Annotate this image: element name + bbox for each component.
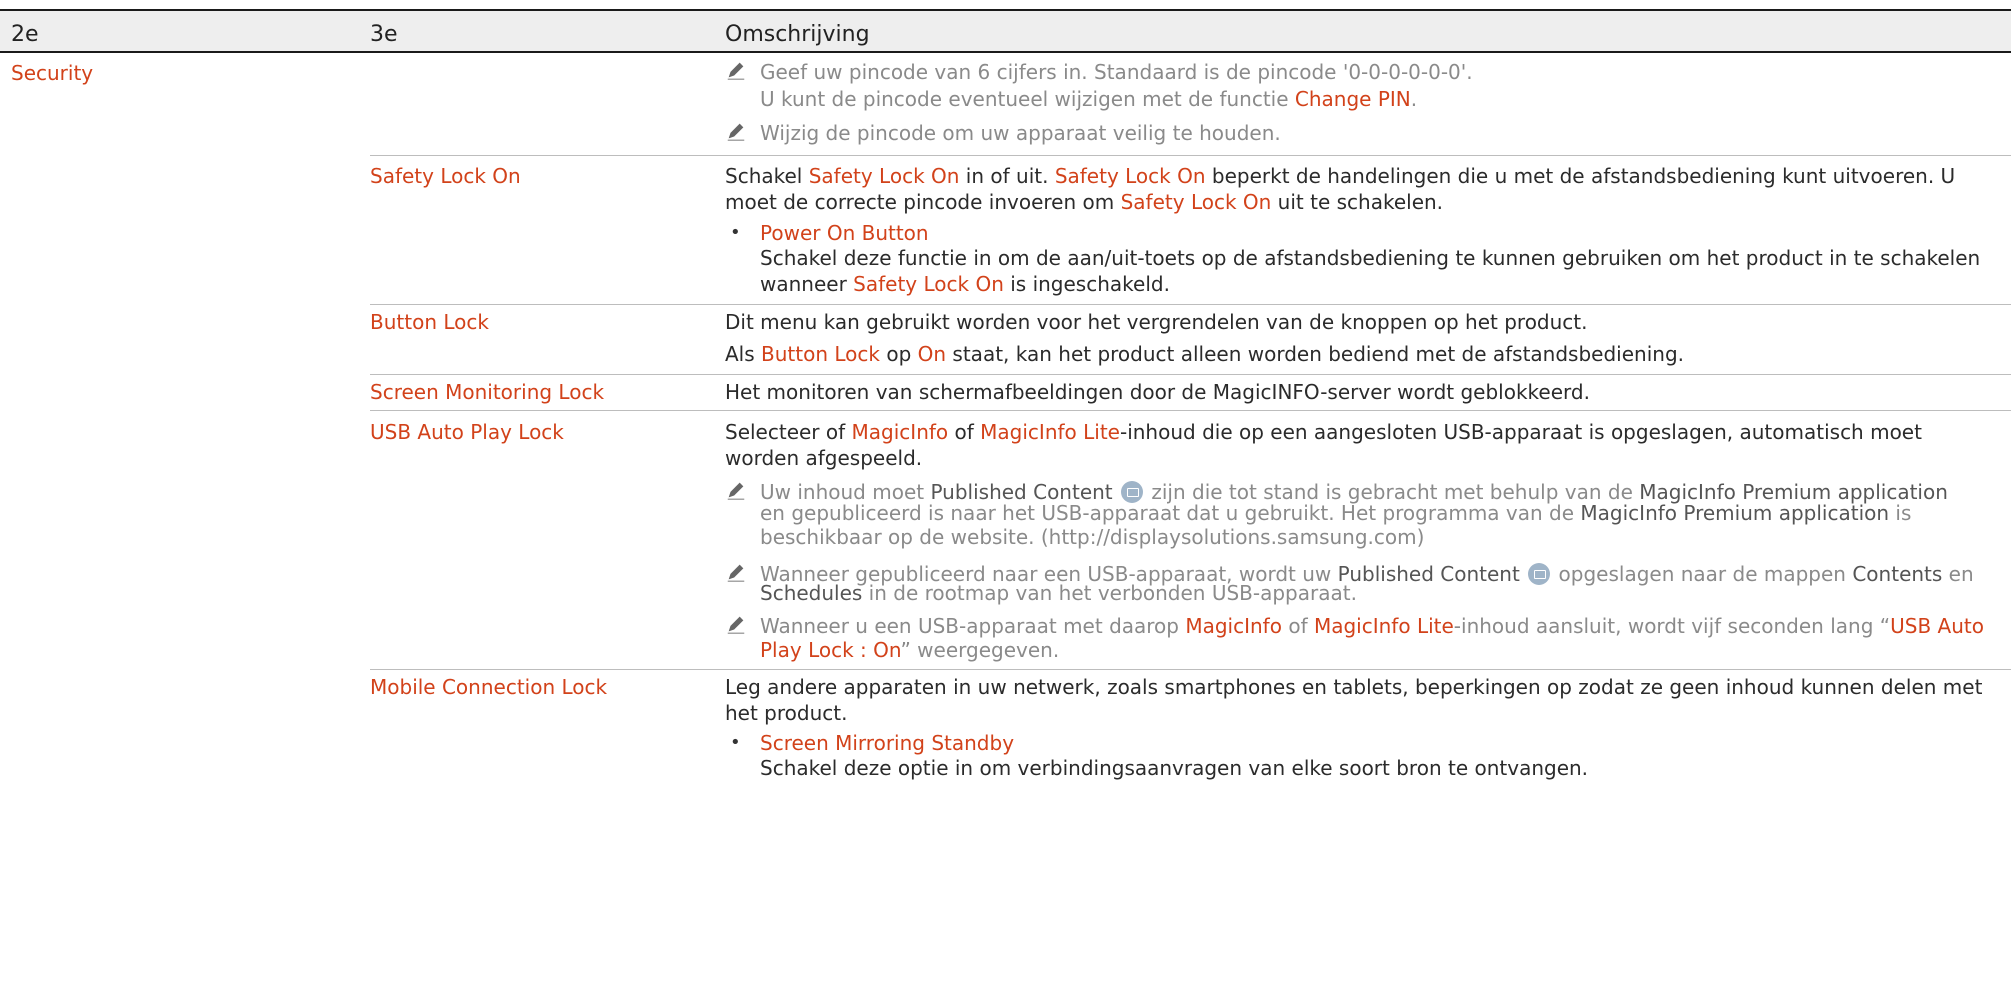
row-divider	[370, 304, 2011, 305]
usb-note1-line2: en gepubliceerd is naar het USB-apparaat…	[760, 501, 1912, 525]
pencil-icon	[727, 482, 745, 500]
row-label-mobile-connection-lock[interactable]: Mobile Connection Lock	[370, 671, 607, 703]
row-label-safety-lock[interactable]: Safety Lock On	[370, 160, 521, 192]
row-label-usb-auto-play-lock[interactable]: USB Auto Play Lock	[370, 416, 564, 448]
row-divider	[370, 669, 2011, 670]
row-label-button-lock[interactable]: Button Lock	[370, 306, 489, 338]
screen-mirroring-standby-desc: Schakel deze optie in om verbindingsaanv…	[760, 756, 1589, 780]
header-col-2e: 2e	[11, 22, 39, 47]
mobile-desc-line2: het product.	[725, 701, 848, 725]
section-security-link[interactable]: Security	[11, 57, 93, 89]
safety-desc-line2: moet de correcte pincode invoeren om Saf…	[725, 190, 1444, 214]
screen-monitoring-desc: Het monitoren van schermafbeeldingen doo…	[725, 380, 1590, 404]
usb-desc-line2: worden afgespeeld.	[725, 446, 923, 470]
usb-desc-line1: Selecteer of MagicInfo of MagicInfo Lite…	[725, 420, 1922, 444]
screen-mirroring-standby-title[interactable]: Screen Mirroring Standby	[760, 730, 1014, 756]
table-header: 2e 3e Omschrijving	[0, 9, 2011, 53]
manual-page: 2e 3e Omschrijving Security Geef uw pinc…	[0, 0, 2011, 1003]
usb-note2-line2: Schedules in de rootmap van het verbonde…	[760, 581, 1357, 605]
note-keep-safe: Wijzig de pincode om uw apparaat veilig …	[760, 121, 1281, 145]
row-divider	[370, 155, 2011, 156]
usb-note1-line3: beschikbaar op de website. (http://displ…	[760, 525, 1425, 549]
usb-note3-line1: Wanneer u een USB-apparaat met daarop Ma…	[760, 614, 1984, 638]
row-label-screen-monitoring-lock[interactable]: Screen Monitoring Lock	[370, 376, 604, 408]
button-lock-desc1: Dit menu kan gebruikt worden voor het ve…	[725, 310, 1588, 334]
row-divider	[370, 410, 2011, 411]
mobile-desc-line1: Leg andere apparaten in uw netwerk, zoal…	[725, 675, 1983, 699]
row-divider	[370, 374, 2011, 375]
bullet-dot: •	[730, 222, 741, 243]
pencil-icon	[727, 62, 745, 80]
power-on-button-title[interactable]: Power On Button	[760, 220, 929, 246]
header-col-description: Omschrijving	[725, 22, 870, 47]
safety-desc-line1: Schakel Safety Lock On in of uit. Safety…	[725, 164, 1956, 188]
header-col-3e: 3e	[370, 22, 398, 47]
pencil-icon	[727, 564, 745, 582]
pencil-icon	[727, 123, 745, 141]
published-content-icon	[1528, 563, 1551, 585]
button-lock-desc2: Als Button Lock op On staat, kan het pro…	[725, 342, 1684, 366]
note-change-pin: U kunt de pincode eventueel wijzigen met…	[760, 87, 1418, 111]
power-on-button-desc2: wanneer Safety Lock On is ingeschakeld.	[760, 272, 1170, 296]
power-on-button-desc: Schakel deze functie in om de aan/uit-to…	[760, 246, 1981, 270]
usb-note3-line2: Play Lock : On” weergegeven.	[760, 638, 1060, 662]
change-pin-link[interactable]: Change PIN	[1295, 87, 1411, 111]
note-pincode: Geef uw pincode van 6 cijfers in. Standa…	[760, 60, 1473, 84]
bullet-dot: •	[730, 732, 741, 753]
pencil-icon	[727, 616, 745, 634]
